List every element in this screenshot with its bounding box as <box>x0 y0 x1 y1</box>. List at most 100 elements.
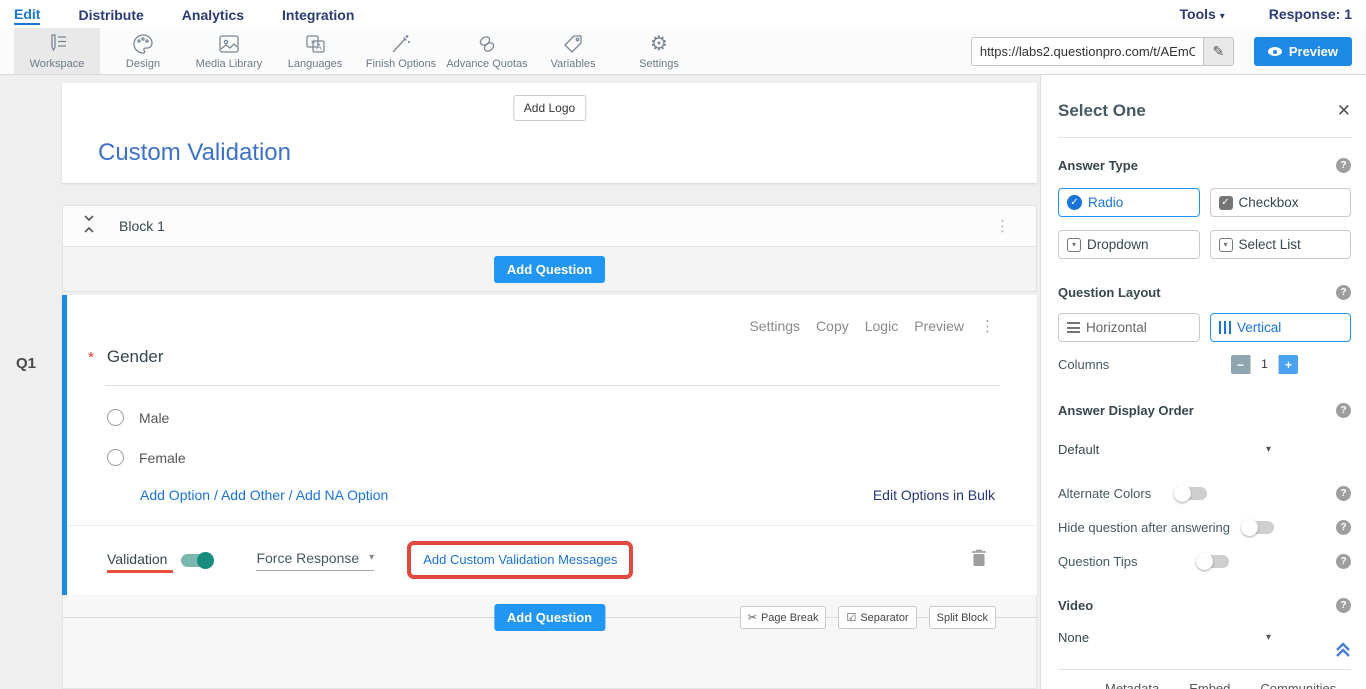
add-logo-button[interactable]: Add Logo <box>513 95 586 121</box>
close-icon[interactable]: ✕ <box>1337 101 1351 121</box>
toolbar-item-design[interactable]: Design <box>100 28 186 74</box>
toolbar-item-settings[interactable]: ⚙ Settings <box>616 28 702 74</box>
block-title[interactable]: Block 1 <box>119 218 165 234</box>
survey-url-input[interactable] <box>972 38 1203 65</box>
validation-row: Validation Force Response ▾ Add Custom V… <box>67 525 1037 595</box>
add-other-link[interactable]: Add Other <box>221 487 285 503</box>
tab-metadata[interactable]: Metadata <box>1105 681 1159 689</box>
answer-type-dropdown[interactable]: ▾ Dropdown <box>1058 230 1200 259</box>
layout-horizontal[interactable]: Horizontal <box>1058 313 1200 342</box>
tab-communities[interactable]: Communities <box>1260 681 1336 689</box>
collapse-block-icon[interactable] <box>81 212 97 241</box>
edit-url-button[interactable]: ✎ <box>1203 38 1233 65</box>
question-menu-icon[interactable] <box>980 317 995 335</box>
page-break-button[interactable]: ✂Page Break <box>740 606 827 629</box>
columns-increment-button[interactable]: + <box>1279 355 1298 374</box>
help-icon[interactable]: ? <box>1336 554 1351 569</box>
block-header: Block 1 <box>62 205 1037 247</box>
nav-analytics[interactable]: Analytics <box>182 5 244 23</box>
add-question-button-bottom[interactable]: Add Question <box>494 604 605 631</box>
edit-options-in-bulk-link[interactable]: Edit Options in Bulk <box>873 487 995 503</box>
help-icon[interactable]: ? <box>1336 486 1351 501</box>
toolbar-right: ✎ Preview <box>971 37 1352 66</box>
layout-vertical[interactable]: Vertical <box>1210 313 1352 342</box>
add-question-button-top[interactable]: Add Question <box>494 256 605 283</box>
help-icon[interactable]: ? <box>1336 403 1351 418</box>
option-label-female[interactable]: Female <box>139 450 186 466</box>
video-dropdown[interactable]: None ▾ <box>1058 630 1271 645</box>
chevron-down-icon: ▾ <box>1220 11 1225 22</box>
response-count[interactable]: Response: 1 <box>1269 6 1352 22</box>
radio-female[interactable] <box>107 449 124 466</box>
answer-type-label-row: Answer Type ? <box>1058 158 1351 173</box>
block-menu-icon[interactable] <box>995 217 1010 235</box>
split-block-button[interactable]: Split Block <box>929 606 996 629</box>
question-tips-toggle[interactable] <box>1198 555 1229 568</box>
nav-edit[interactable]: Edit <box>14 4 40 25</box>
columns-decrement-button[interactable]: − <box>1231 355 1250 374</box>
validation-label[interactable]: Validation <box>107 551 167 571</box>
toolbar-item-advance-quotas[interactable]: Advance Quotas <box>444 28 530 74</box>
question-preview-link[interactable]: Preview <box>914 318 964 334</box>
display-order-dropdown[interactable]: Default ▾ <box>1058 442 1271 457</box>
answer-type-grid: ✓ Radio ✓ Checkbox ▾ Dropdown ▾ Select L… <box>1058 188 1351 259</box>
help-icon[interactable]: ? <box>1336 520 1351 535</box>
toggle-knob <box>1241 519 1258 536</box>
trash-icon[interactable] <box>971 548 987 572</box>
toggle-knob <box>1196 553 1213 570</box>
scroll-to-top-icon[interactable] <box>1334 641 1352 664</box>
alternate-colors-toggle[interactable] <box>1176 487 1207 500</box>
answer-type-checkbox[interactable]: ✓ Checkbox <box>1210 188 1352 217</box>
translate-icon: ✶A <box>303 33 327 55</box>
question-logic-link[interactable]: Logic <box>865 318 898 334</box>
question-settings-panel: Select One ✕ Answer Type ? ✓ Radio ✓ Che… <box>1040 75 1366 689</box>
toolbar-item-media-library[interactable]: Media Library <box>186 28 272 74</box>
preview-button[interactable]: Preview <box>1254 37 1352 66</box>
toolbar-item-workspace[interactable]: Workspace <box>14 28 100 74</box>
nav-distribute[interactable]: Distribute <box>78 5 143 23</box>
required-asterisk: * <box>88 349 94 366</box>
toolbar-item-languages[interactable]: ✶A Languages <box>272 28 358 74</box>
toolbar: Workspace Design Media Library ✶A Langua… <box>0 28 1366 75</box>
nav-integration[interactable]: Integration <box>282 5 354 23</box>
question-actions: Settings Copy Logic Preview <box>749 317 995 335</box>
chevron-down-icon: ▾ <box>1266 444 1271 455</box>
toolbar-item-finish-options[interactable]: Finish Options <box>358 28 444 74</box>
checkbox-check-icon: ✓ <box>1219 196 1233 210</box>
tag-icon <box>561 33 585 55</box>
radio-male[interactable] <box>107 409 124 426</box>
help-icon[interactable]: ? <box>1336 598 1351 613</box>
tools-menu[interactable]: Tools ▾ <box>1180 6 1225 22</box>
horizontal-lines-icon <box>1067 322 1080 333</box>
add-option-link[interactable]: Add Option <box>140 487 210 503</box>
question-title[interactable]: Gender <box>107 347 164 367</box>
help-icon[interactable]: ? <box>1336 158 1351 173</box>
add-na-option-link[interactable]: Add NA Option <box>296 487 389 503</box>
palette-icon <box>131 33 155 55</box>
answer-type-select-list[interactable]: ▾ Select List <box>1210 230 1352 259</box>
question-settings-link[interactable]: Settings <box>749 318 800 334</box>
force-response-dropdown[interactable]: Force Response ▾ <box>256 550 374 571</box>
survey-header-card: Add Logo Custom Validation <box>62 83 1037 183</box>
question-number-label: Q1 <box>16 355 36 372</box>
question-title-divider <box>105 385 1000 386</box>
footer-mini-buttons: ✂Page Break ☑Separator Split Block <box>740 606 996 629</box>
hide-question-toggle[interactable] <box>1243 521 1274 534</box>
answer-type-radio[interactable]: ✓ Radio <box>1058 188 1200 217</box>
question-title-row: * Gender <box>88 347 164 367</box>
video-label: Video <box>1058 598 1093 613</box>
toolbar-item-variables[interactable]: Variables <box>530 28 616 74</box>
separator-button[interactable]: ☑Separator <box>838 606 916 629</box>
columns-row: Columns − 1 + <box>1058 355 1351 374</box>
help-icon[interactable]: ? <box>1336 285 1351 300</box>
add-custom-validation-messages-link[interactable]: Add Custom Validation Messages <box>423 552 617 567</box>
validation-toggle[interactable] <box>181 554 212 567</box>
survey-title[interactable]: Custom Validation <box>98 139 291 167</box>
toggle-knob <box>197 552 214 569</box>
question-copy-link[interactable]: Copy <box>816 318 849 334</box>
option-label-male[interactable]: Male <box>139 410 169 426</box>
alternate-colors-label: Alternate Colors <box>1058 486 1151 501</box>
hide-question-label: Hide question after answering <box>1058 520 1230 535</box>
tab-embed[interactable]: Embed <box>1189 681 1230 689</box>
panel-bottom-tabs: Metadata Embed Communities <box>1105 681 1336 689</box>
